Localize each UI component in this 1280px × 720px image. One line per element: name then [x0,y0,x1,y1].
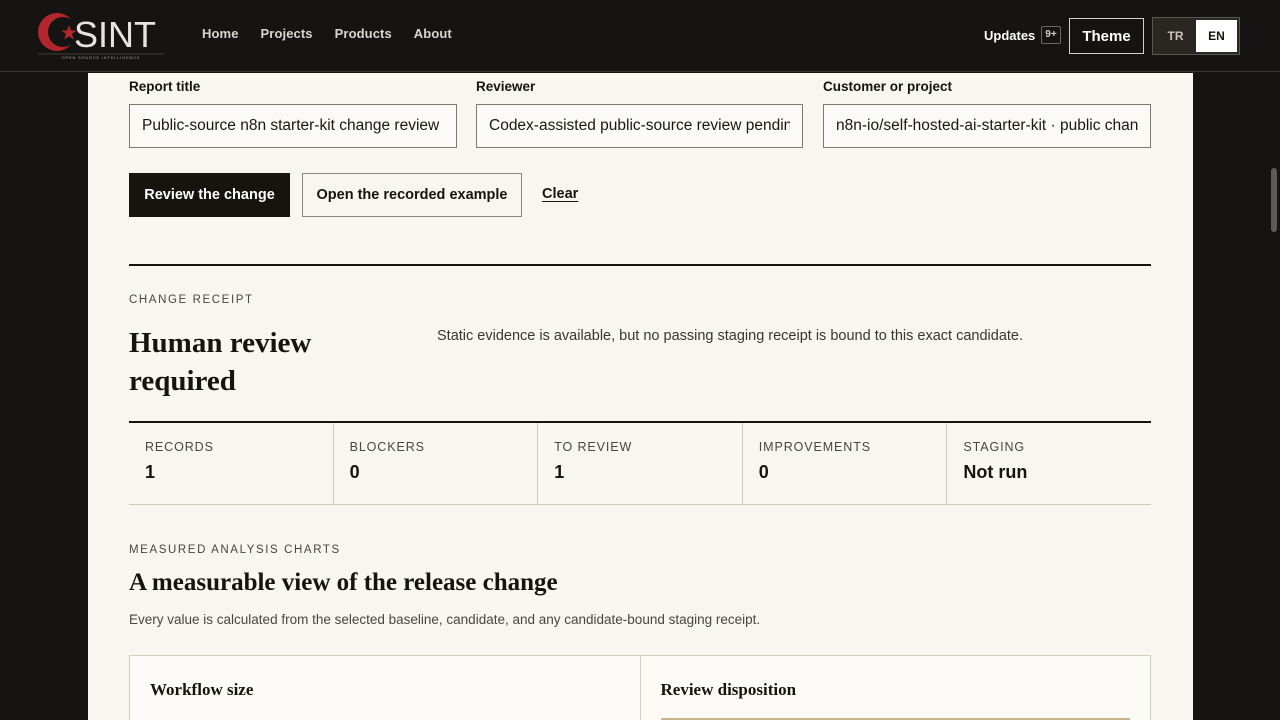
verdict-note: Static evidence is available, but no pas… [437,328,1024,344]
reviewer-label: Reviewer [476,79,536,94]
analysis-subtitle: Every value is calculated from the selec… [129,612,761,627]
analysis-title: A measurable view of the release change [129,569,558,596]
updates-button[interactable]: Updates 9+ [984,26,1061,44]
report-title-label: Report title [129,79,201,94]
customer-project-input[interactable] [823,104,1151,148]
language-tr-button[interactable]: TR [1155,20,1196,52]
nav-link-projects[interactable]: Projects [261,26,313,41]
section-divider [129,264,1151,266]
open-recorded-example-button[interactable]: Open the recorded example [302,173,522,217]
report-title-input[interactable] [129,104,457,148]
nav-link-products[interactable]: Products [335,26,392,41]
theme-toggle-button[interactable]: Theme [1069,18,1144,54]
reviewer-input[interactable] [476,104,803,148]
language-en-button[interactable]: EN [1196,20,1237,52]
stat-value: 1 [145,462,156,482]
crescent-star-logo-icon: SINT OPEN SOURCE INTELLIGENCE [38,13,164,60]
stat-blockers: BLOCKERS 0 [334,423,539,504]
receipt-stats: RECORDS 1 BLOCKERS 0 TO REVIEW 1 IMPROVE… [129,423,1151,505]
card-title: Review disposition [660,680,797,699]
stat-label: BLOCKERS [349,440,425,454]
stat-value: 1 [554,462,565,482]
stat-label: STAGING [963,440,1026,454]
customer-project-label: Customer or project [823,79,953,94]
stat-improvements: IMPROVEMENTS 0 [743,423,948,504]
top-navigation-bar: SINT OPEN SOURCE INTELLIGENCE Home Proje… [0,0,1280,72]
stat-value: 0 [349,462,360,482]
change-receipt-eyebrow: CHANGE RECEIPT [129,294,254,306]
stat-label: TO REVIEW [554,440,633,454]
stat-to-review: TO REVIEW 1 [538,423,743,504]
updates-label: Updates [984,27,1036,43]
logo-wordmark: SINT [74,14,156,55]
stat-value: 0 [758,462,769,482]
stat-staging: STAGING Not run [947,423,1151,504]
page-scrollbar-thumb[interactable] [1271,168,1277,232]
stat-records: RECORDS 1 [129,423,334,504]
review-panel: Report title Reviewer Customer or projec… [88,73,1193,720]
analysis-cards: Workflow size Review disposition [129,655,1151,720]
nav-link-about[interactable]: About [414,26,452,41]
osint-logo[interactable]: SINT OPEN SOURCE INTELLIGENCE [36,10,168,60]
language-switcher: TR EN [1152,17,1240,55]
stat-label: RECORDS [145,440,214,454]
updates-count-badge: 9+ [1041,26,1061,44]
nav-link-home[interactable]: Home [202,26,239,41]
review-disposition-card: Review disposition [639,656,1151,720]
logo-tagline: OPEN SOURCE INTELLIGENCE [62,55,141,60]
card-title: Workflow size [150,680,254,699]
stat-value: Not run [963,462,1028,482]
review-verdict-heading: Human review required [129,327,312,397]
stat-label: IMPROVEMENTS [758,440,871,454]
primary-nav: Home Projects Products About [202,26,452,41]
review-change-button[interactable]: Review the change [129,173,290,217]
workflow-size-card: Workflow size [130,656,640,720]
clear-link[interactable]: Clear [542,186,578,202]
analysis-eyebrow: MEASURED ANALYSIS CHARTS [129,544,341,556]
